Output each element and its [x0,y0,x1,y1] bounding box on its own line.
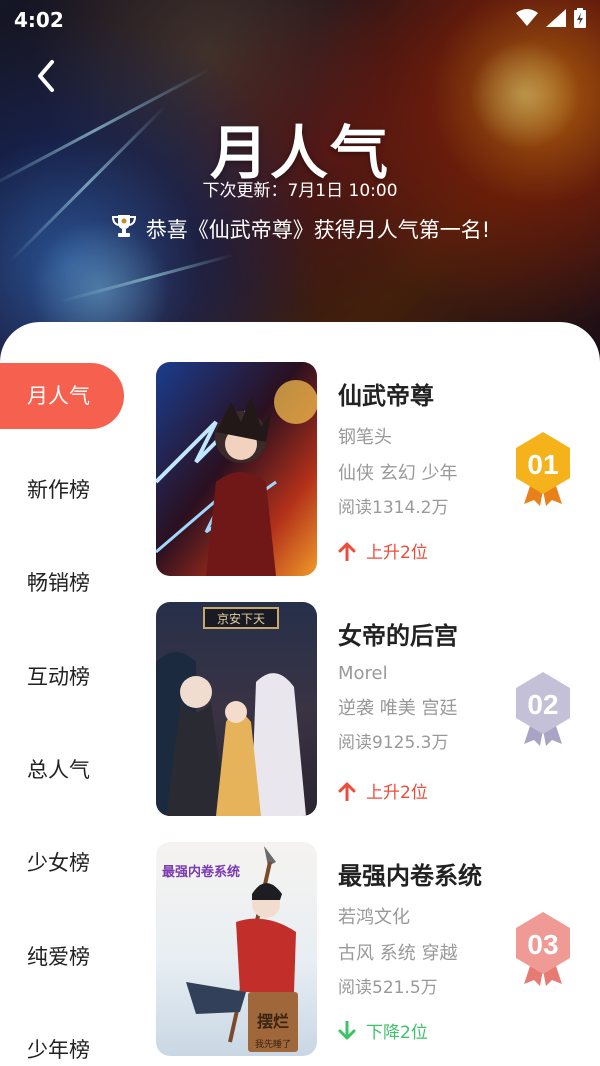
sidebar-item-bestseller[interactable]: 畅销榜 [0,550,124,616]
rank-badge: 03 [512,910,574,988]
arrow-down-icon [338,1020,356,1039]
rank-badge: 01 [512,430,574,508]
comic-author: 钢笔头 [338,427,392,448]
trend-text: 上升2位 [366,543,428,563]
sidebar-item-shonen[interactable]: 少年榜 [0,1017,124,1066]
rank-number: 01 [527,449,558,480]
cover-note-text: 我先睡了 [255,1038,291,1050]
rank-badge: 02 [512,670,574,748]
rank-number: 03 [527,929,558,960]
wifi-icon [516,9,538,31]
comic-info: 最强内卷系统 若鸿文化 古风 系统 穿越 阅读521.5万 [338,842,508,998]
comic-author: 若鸿文化 [338,907,410,928]
ranking-item[interactable]: 最强内卷系统 摆烂 我先睡了 最强内卷系统 若鸿文化 古风 系统 穿越 阅读52… [156,842,586,1058]
comic-info: 女帝的后宫 Morel 逆袭 唯美 宫廷 阅读9125.3万 [338,602,508,753]
battery-charging-icon [574,8,586,32]
ranking-panel: 月人气 新作榜 畅销榜 互动榜 总人气 少女榜 纯爱榜 少年榜 仙武帝尊 钢笔头… [0,322,600,1066]
comic-title: 仙武帝尊 [338,382,434,410]
sidebar-item-bl[interactable]: 纯爱榜 [0,924,124,990]
sidebar-item-total[interactable]: 总人气 [0,737,124,803]
rank-trend: 下降2位 [338,1018,428,1043]
sidebar-item-monthly[interactable]: 月人气 [0,363,124,429]
sidebar-item-shoujo[interactable]: 少女榜 [0,830,124,896]
status-time: 4:02 [14,8,64,32]
sidebar-item-new[interactable]: 新作榜 [0,457,124,523]
rank-number: 02 [527,689,558,720]
cover-sign-text: 京安下天 [217,611,265,626]
comic-reads: 阅读9125.3万 [338,733,449,753]
ranking-item[interactable]: 仙武帝尊 钢笔头 仙侠 玄幻 少年 阅读1314.2万 上升2位 01 [156,362,586,578]
comic-tags: 仙侠 玄幻 少年 [338,463,458,484]
comic-reads: 阅读521.5万 [338,978,438,998]
rank-trend: 上升2位 [338,538,428,563]
comic-title: 最强内卷系统 [338,862,482,890]
trend-text: 下降2位 [366,1023,428,1043]
cover-sign-text: 摆烂 [257,1012,289,1031]
trophy-icon [110,212,138,245]
chevron-left-icon [38,60,54,92]
comic-cover[interactable]: 京安下天 [156,602,317,816]
rank-trend: 上升2位 [338,778,428,803]
comic-reads: 阅读1314.2万 [338,498,449,518]
comic-author: Morel [338,663,388,684]
sidebar-item-interactive[interactable]: 互动榜 [0,644,124,710]
ranking-item[interactable]: 京安下天 女帝的后宫 Morel 逆袭 唯美 宫廷 阅读9125.3万 上升2位… [156,602,586,818]
signal-icon [546,9,566,31]
trend-text: 上升2位 [366,783,428,803]
next-update-text: 下次更新：7月1日 10:00 [202,181,398,201]
comic-tags: 逆袭 唯美 宫廷 [338,698,458,719]
comic-info: 仙武帝尊 钢笔头 仙侠 玄幻 少年 阅读1314.2万 [338,362,508,518]
arrow-up-icon [338,542,356,561]
comic-cover[interactable] [156,362,317,576]
status-bar: 4:02 [0,0,600,40]
congrats-text: 恭喜《仙武帝尊》获得月人气第一名! [145,217,491,242]
comic-tags: 古风 系统 穿越 [338,943,458,964]
comic-title: 女帝的后宫 [338,622,458,650]
category-sidebar: 月人气 新作榜 畅销榜 互动榜 总人气 少女榜 纯爱榜 少年榜 [0,322,140,1066]
comic-cover[interactable]: 最强内卷系统 摆烂 我先睡了 [156,842,317,1056]
congrats-banner: 恭喜《仙武帝尊》获得月人气第一名! [0,212,600,245]
back-button[interactable] [30,56,62,96]
arrow-up-icon [338,782,356,801]
cover-title-text: 最强内卷系统 [162,864,240,880]
